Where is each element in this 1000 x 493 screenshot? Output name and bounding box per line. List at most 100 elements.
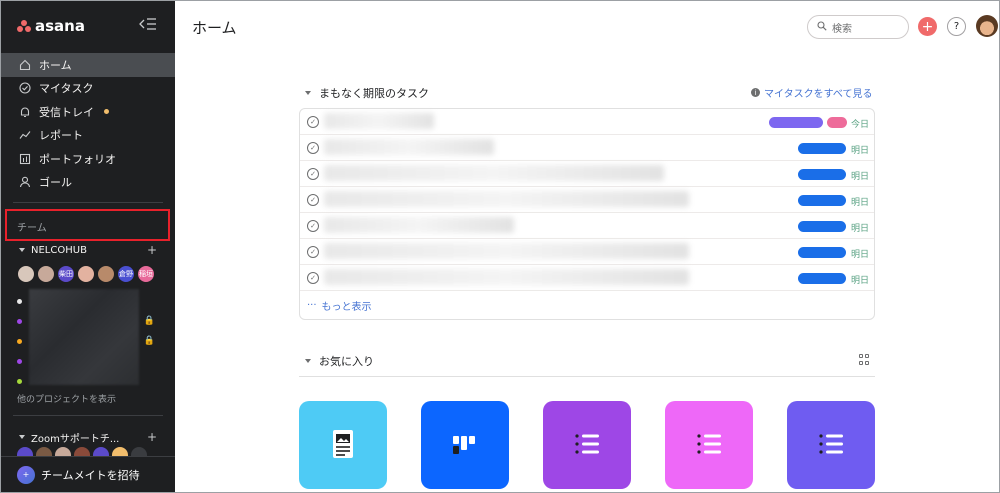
project-item[interactable] <box>17 291 167 311</box>
asana-logo[interactable]: asana <box>17 17 85 35</box>
sidebar-nav: ホーム マイタスク 受信トレイ レポート ポートフォリオ ゴール <box>1 53 175 194</box>
avatar[interactable]: 柴田 <box>57 265 75 283</box>
task-row[interactable]: ✓ 今日 <box>300 109 874 135</box>
search-input[interactable]: 検索 <box>807 15 909 39</box>
favorite-project-tile[interactable] <box>787 401 875 489</box>
favorite-project-tile[interactable] <box>299 401 387 489</box>
complete-task-checkbox[interactable]: ✓ <box>307 141 319 154</box>
favorite-project-tile[interactable] <box>665 401 753 489</box>
complete-task-checkbox[interactable]: ✓ <box>307 219 319 232</box>
complete-task-checkbox[interactable]: ✓ <box>307 115 319 128</box>
task-row[interactable]: ✓ 明日 <box>300 265 874 291</box>
sidebar: asana ホーム マイタスク 受信トレイ レポート ポートフォリオ ゴール チ… <box>1 1 175 492</box>
project-item[interactable] <box>17 371 167 391</box>
project-tag[interactable] <box>798 143 846 154</box>
avatar[interactable] <box>37 265 55 283</box>
project-tag[interactable] <box>798 247 846 258</box>
sidebar-item-inbox[interactable]: 受信トレイ <box>1 100 175 124</box>
favorites-header[interactable]: お気に入り <box>305 353 374 369</box>
invite-teammates-button[interactable]: + チームメイトを招待 <box>1 456 175 492</box>
sidebar-item-label: レポート <box>39 129 83 143</box>
lock-icon: 🔒 <box>143 316 155 326</box>
sidebar-item-home[interactable]: ホーム <box>1 53 175 77</box>
sidebar-item-label: ポートフォリオ <box>39 152 116 166</box>
home-icon <box>19 59 31 71</box>
user-avatar[interactable] <box>976 15 998 37</box>
project-item[interactable] <box>17 351 167 371</box>
help-button[interactable]: ? <box>947 17 966 36</box>
avatar[interactable] <box>17 265 35 283</box>
team-group-label: Zoomサポートチ... <box>31 433 120 445</box>
collapse-sidebar-icon[interactable] <box>139 17 159 33</box>
project-color-dot <box>17 358 22 364</box>
chart-line-icon <box>19 129 31 141</box>
show-other-projects-link[interactable]: 他のプロジェクトを表示 <box>17 392 116 405</box>
avatar[interactable]: 稲垣 <box>137 265 155 283</box>
notification-dot <box>104 109 109 115</box>
sidebar-item-label: 受信トレイ <box>39 105 94 119</box>
sidebar-item-reports[interactable]: レポート <box>1 124 175 148</box>
complete-task-checkbox[interactable]: ✓ <box>307 167 319 180</box>
caret-down-icon <box>305 91 311 95</box>
project-color-dot <box>17 298 22 304</box>
favorite-project-tile[interactable] <box>421 401 509 489</box>
task-row[interactable]: ✓ 明日 <box>300 213 874 239</box>
task-name-redacted <box>324 139 494 155</box>
complete-task-checkbox[interactable]: ✓ <box>307 245 319 258</box>
avatar[interactable] <box>77 265 95 283</box>
avatar[interactable] <box>97 265 115 283</box>
project-tag[interactable] <box>798 169 846 180</box>
task-row[interactable]: ✓ 明日 <box>300 187 874 213</box>
project-tag[interactable] <box>798 195 846 206</box>
upcoming-tasks-card: ✓ 今日 ✓ 明日 ✓ 明日 ✓ 明日 ✓ 明日 ✓ 明日 ✓ 明日 <box>299 108 875 320</box>
add-project-icon[interactable]: + <box>147 243 157 257</box>
project-item[interactable]: 🔒 <box>17 331 167 351</box>
project-tag[interactable] <box>798 273 846 284</box>
section-title: お気に入り <box>319 355 374 368</box>
see-all-my-tasks-link[interactable]: i マイタスクをすべて見る <box>751 85 873 100</box>
list-icon <box>813 426 849 465</box>
task-name-redacted <box>324 217 514 233</box>
project-color-dot <box>17 318 22 324</box>
add-project-icon[interactable]: + <box>147 430 157 444</box>
sidebar-item-label: ゴール <box>39 176 72 190</box>
team-group-label: NELCOHUB <box>31 244 87 256</box>
team-group-nelcohub[interactable]: NELCOHUB + <box>19 243 157 257</box>
project-item[interactable]: 🔒 <box>17 311 167 331</box>
project-tag[interactable] <box>769 117 823 128</box>
project-tag[interactable] <box>798 221 846 232</box>
team-section-label[interactable]: チーム <box>17 219 47 234</box>
task-name-redacted <box>324 191 689 207</box>
task-row[interactable]: ✓ 明日 <box>300 239 874 265</box>
due-date: 明日 <box>851 198 870 208</box>
sidebar-item-my-tasks[interactable]: マイタスク <box>1 77 175 101</box>
favorites-divider <box>299 376 875 377</box>
quick-add-button[interactable]: + <box>918 17 937 36</box>
sidebar-item-portfolios[interactable]: ポートフォリオ <box>1 147 175 171</box>
team-members: 柴田 倉野 稲垣 <box>17 265 155 283</box>
complete-task-checkbox[interactable]: ✓ <box>307 193 319 206</box>
search-icon <box>817 20 827 34</box>
upcoming-tasks-header[interactable]: まもなく期限のタスク <box>305 85 429 101</box>
complete-task-checkbox[interactable]: ✓ <box>307 271 319 284</box>
favorite-project-tile[interactable] <box>543 401 631 489</box>
project-tag[interactable] <box>827 117 847 128</box>
page-title: ホーム <box>192 19 237 37</box>
project-color-dot <box>17 378 22 384</box>
logo-text: asana <box>35 17 85 35</box>
task-row[interactable]: ✓ 明日 <box>300 161 874 187</box>
avatar[interactable]: 倉野 <box>117 265 135 283</box>
team-group-zoom[interactable]: Zoomサポートチ... + <box>19 430 157 445</box>
due-date: 今日 <box>851 120 870 130</box>
task-row[interactable]: ✓ 明日 <box>300 135 874 161</box>
sidebar-item-goals[interactable]: ゴール <box>1 171 175 195</box>
info-icon: i <box>751 88 760 97</box>
sidebar-item-label: マイタスク <box>39 82 94 96</box>
grid-view-icon[interactable] <box>859 354 870 365</box>
show-more-link[interactable]: ··· もっと表示 <box>307 298 372 313</box>
see-all-label: マイタスクをすべて見る <box>764 89 873 100</box>
due-date: 明日 <box>851 172 870 182</box>
task-name-redacted <box>324 113 434 129</box>
due-date: 明日 <box>851 224 870 234</box>
portfolio-icon <box>19 153 31 165</box>
